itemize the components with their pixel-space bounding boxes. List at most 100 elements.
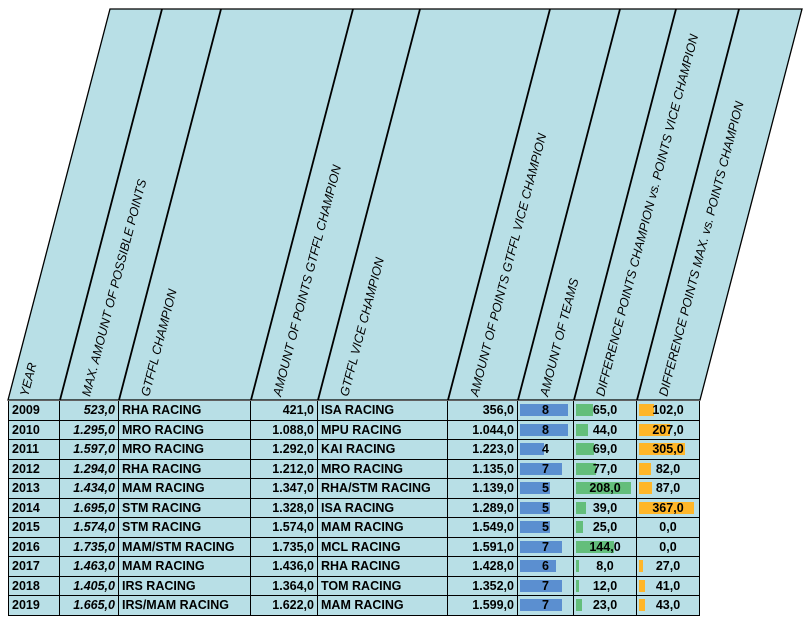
diff-max-champion-cell-value: 82,0 — [655, 461, 681, 476]
champion-points-cell: 1.212,0 — [251, 459, 318, 479]
diff-max-champion-cell-value: 27,0 — [655, 559, 681, 573]
diff-max-champion-cell-value: 367,0 — [652, 500, 684, 515]
teams-cell-value: 8 — [542, 422, 549, 437]
diff-max-champion-cell-value: 41,0 — [655, 578, 681, 593]
teams-cell: 7 — [518, 576, 574, 596]
max-points-cell: 1.295,0 — [60, 420, 119, 440]
teams-cell-value: 8 — [542, 403, 549, 417]
champion-points-cell: 1.292,0 — [251, 440, 318, 460]
diff-max-champion-cell: 207,0 — [637, 420, 700, 440]
champion-cell: MAM RACING — [119, 557, 251, 577]
max-points-cell: 1.597,0 — [60, 440, 119, 460]
vice-points-cell: 1.223,0 — [448, 440, 518, 460]
diff-champion-vice-cell: 44,0 — [574, 420, 637, 440]
champion-cell: IRS/MAM RACING — [119, 596, 251, 616]
teams-cell: 6 — [518, 557, 574, 577]
diff-max-champion-cell-value: 43,0 — [655, 598, 681, 612]
teams-cell: 7 — [518, 596, 574, 616]
diff-champion-vice-cell: 12,0 — [574, 576, 637, 596]
teams-cell: 7 — [518, 459, 574, 479]
year-cell: 2010 — [8, 420, 60, 440]
diff-max-champion-cell: 41,0 — [637, 576, 700, 596]
max-points-cell: 1.434,0 — [60, 479, 119, 499]
champion-points-cell: 1.735,0 — [251, 537, 318, 557]
diff-champion-vice-cell: 8,0 — [574, 557, 637, 577]
diff-max-champion-cell-value: 305,0 — [652, 442, 684, 456]
max-points-cell: 1.735,0 — [60, 537, 119, 557]
teams-cell-value: 7 — [542, 461, 549, 476]
diff-champion-vice-cell: 69,0 — [574, 440, 637, 460]
teams-cell: 5 — [518, 479, 574, 499]
vice-champion-cell: MCL RACING — [318, 537, 448, 557]
year-cell: 2013 — [8, 479, 60, 499]
diff-max-champion-cell: 102,0 — [637, 401, 700, 421]
diff-champion-vice-cell-value: 44,0 — [592, 422, 618, 437]
year-cell: 2018 — [8, 576, 60, 596]
diff-max-champion-cell-value: 0,0 — [659, 520, 677, 534]
diff-champion-vice-cell: 144,0 — [574, 537, 637, 557]
vice-points-cell: 1.599,0 — [448, 596, 518, 616]
diff-champion-vice-cell-value: 23,0 — [592, 598, 618, 612]
vice-champion-cell: MAM RACING — [318, 518, 448, 538]
champion-cell: MRO RACING — [119, 420, 251, 440]
year-cell: 2019 — [8, 596, 60, 616]
champion-cell: STM RACING — [119, 498, 251, 518]
champion-cell: MAM RACING — [119, 479, 251, 499]
teams-cell-value: 5 — [542, 500, 549, 515]
diff-max-champion-cell: 0,0 — [637, 518, 700, 538]
champion-points-cell: 421,0 — [251, 401, 318, 421]
year-cell: 2014 — [8, 498, 60, 518]
year-cell: 2009 — [8, 401, 60, 421]
vice-champion-cell: RHA RACING — [318, 557, 448, 577]
diff-champion-vice-cell-value: 39,0 — [592, 500, 618, 515]
vice-points-cell: 1.139,0 — [448, 479, 518, 499]
vice-champion-cell: MAM RACING — [318, 596, 448, 616]
diff-champion-vice-cell-value: 12,0 — [592, 578, 618, 593]
diff-max-champion-cell-value: 87,0 — [655, 481, 681, 495]
max-points-cell: 1.695,0 — [60, 498, 119, 518]
diff-champion-vice-cell: 25,0 — [574, 518, 637, 538]
champion-points-cell: 1.436,0 — [251, 557, 318, 577]
champion-cell: STM RACING — [119, 518, 251, 538]
max-points-cell: 1.665,0 — [60, 596, 119, 616]
teams-cell-value: 5 — [542, 481, 549, 495]
champion-points-cell: 1.622,0 — [251, 596, 318, 616]
diff-champion-vice-cell: 77,0 — [574, 459, 637, 479]
diff-max-champion-cell: 82,0 — [637, 459, 700, 479]
max-points-cell: 1.405,0 — [60, 576, 119, 596]
champion-points-cell: 1.574,0 — [251, 518, 318, 538]
vice-champion-cell: KAI RACING — [318, 440, 448, 460]
diff-max-champion-cell: 87,0 — [637, 479, 700, 499]
year-cell: 2015 — [8, 518, 60, 538]
diff-champion-vice-cell: 39,0 — [574, 498, 637, 518]
year-cell: 2012 — [8, 459, 60, 479]
vice-points-cell: 356,0 — [448, 401, 518, 421]
diff-max-champion-cell: 367,0 — [637, 498, 700, 518]
teams-cell: 7 — [518, 537, 574, 557]
teams-cell-value: 7 — [542, 578, 549, 593]
diff-max-champion-cell: 27,0 — [637, 557, 700, 577]
diff-max-champion-cell-value: 207,0 — [652, 422, 684, 437]
vice-points-cell: 1.044,0 — [448, 420, 518, 440]
max-points-cell: 1.574,0 — [60, 518, 119, 538]
teams-cell: 4 — [518, 440, 574, 460]
diff-max-champion-cell: 0,0 — [637, 537, 700, 557]
vice-points-cell: 1.352,0 — [448, 576, 518, 596]
vice-champion-cell: ISA RACING — [318, 401, 448, 421]
diff-max-champion-cell-value: 102,0 — [652, 403, 684, 417]
vice-points-cell: 1.591,0 — [448, 537, 518, 557]
champion-cell: MRO RACING — [119, 440, 251, 460]
champion-points-cell: 1.328,0 — [251, 498, 318, 518]
teams-cell-value: 7 — [542, 598, 549, 612]
champion-cell: IRS RACING — [119, 576, 251, 596]
champion-points-cell: 1.088,0 — [251, 420, 318, 440]
diff-champion-vice-cell-value: 77,0 — [592, 461, 618, 476]
diff-champion-vice-cell-value: 144,0 — [589, 539, 621, 554]
diff-champion-vice-cell-value: 69,0 — [592, 442, 618, 456]
teams-cell-value: 7 — [542, 539, 549, 554]
diff-champion-vice-cell-value: 208,0 — [589, 481, 621, 495]
diff-champion-vice-cell-value: 8,0 — [596, 559, 614, 573]
diff-champion-vice-cell: 65,0 — [574, 401, 637, 421]
teams-cell: 8 — [518, 420, 574, 440]
diff-champion-vice-cell-value: 65,0 — [592, 403, 618, 417]
